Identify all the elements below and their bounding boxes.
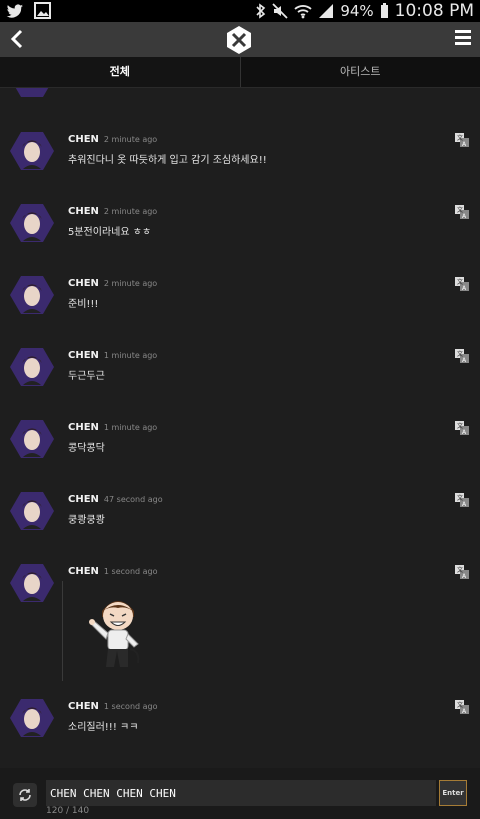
sender-name: CHEN 1 minute ago — [68, 350, 158, 361]
tab-all[interactable]: 전체 — [0, 57, 241, 87]
chevron-left-icon — [10, 29, 23, 49]
message-feed[interactable]: ··· CHEN2 minute ago 추워진다니 옷 따듯하게 입고 감기 … — [0, 88, 480, 768]
message-time: 1 second ago — [103, 567, 158, 576]
tab-bar: 전체 아티스트 — [0, 57, 480, 88]
sender-name: CHEN 2 minute ago — [68, 134, 158, 145]
mute-icon — [272, 3, 288, 19]
message-input[interactable] — [46, 780, 436, 806]
sender-name: CHEN 47 second ago — [68, 494, 163, 505]
sender-name: CHEN 2 minute ago — [68, 278, 158, 289]
signal-icon — [319, 4, 334, 18]
wifi-icon — [294, 5, 312, 19]
message-time: 1 minute ago — [103, 351, 158, 360]
back-button[interactable] — [8, 26, 30, 52]
translate-icon[interactable]: 文A — [454, 420, 470, 436]
message-time: 47 second ago — [103, 495, 163, 504]
message-text: 5분전이라네요 ㅎㅎ — [68, 227, 152, 238]
status-bar: 94% 10:08 PM — [0, 0, 480, 22]
menu-bar — [455, 42, 471, 45]
character-counter: 120 / 140 — [46, 806, 90, 816]
chen-sticker-image — [89, 601, 140, 667]
bluetooth-icon — [256, 3, 266, 19]
twitter-icon — [6, 3, 23, 18]
message-text: 두근두근 — [68, 371, 105, 382]
avatar — [10, 132, 54, 170]
message-text: 준비!!! — [68, 299, 99, 310]
message-time: 1 minute ago — [103, 423, 158, 432]
avatar — [10, 276, 54, 314]
sender-name: CHEN 1 minute ago — [68, 422, 158, 433]
sender-name: CHEN 2 minute ago — [68, 206, 158, 217]
message-text: 콩닥콩닥 — [68, 443, 105, 454]
enter-button[interactable]: Enter — [439, 780, 467, 806]
message-time: 2 minute ago — [103, 279, 158, 288]
exo-logo-icon — [227, 26, 251, 54]
menu-button[interactable] — [455, 30, 471, 48]
battery-level: 94% — [340, 2, 374, 20]
translate-icon[interactable]: 文A — [454, 492, 470, 508]
battery-icon — [380, 3, 388, 18]
avatar — [10, 420, 54, 458]
gallery-icon — [34, 2, 51, 19]
message-text: 추워진다니 옷 따듯하게 입고 감기 조심하세요!! — [68, 155, 267, 166]
menu-bar — [455, 36, 471, 39]
message-time: 1 second ago — [103, 702, 158, 711]
translate-icon[interactable]: 文A — [454, 564, 470, 580]
avatar — [10, 204, 54, 242]
avatar — [10, 699, 54, 737]
translate-icon[interactable]: 文A — [454, 348, 470, 364]
refresh-icon — [19, 789, 31, 801]
sender-name: CHEN 1 second ago — [68, 701, 158, 712]
message-text: 소리질러!!! ㅋㅋ — [68, 722, 139, 733]
translate-icon[interactable]: 文A — [454, 699, 470, 715]
tab-artist[interactable]: 아티스트 — [240, 57, 480, 87]
app-bar — [0, 22, 480, 57]
avatar — [10, 564, 54, 602]
avatar — [10, 348, 54, 386]
avatar — [10, 492, 54, 530]
message-text: 쿵쾅쿵쾅 — [68, 515, 105, 526]
sticker-divider — [62, 581, 63, 681]
clock: 10:08 PM — [394, 1, 474, 21]
translate-icon[interactable]: 文A — [454, 204, 470, 220]
refresh-button[interactable] — [13, 783, 37, 807]
sender-name: CHEN 1 second ago — [68, 566, 158, 577]
message-text: ··· — [68, 88, 78, 93]
menu-bar — [455, 30, 471, 33]
translate-icon[interactable]: 文A — [454, 276, 470, 292]
avatar — [15, 88, 49, 97]
message-time: 2 minute ago — [103, 135, 158, 144]
translate-icon[interactable]: 文A — [454, 132, 470, 148]
message-time: 2 minute ago — [103, 207, 158, 216]
